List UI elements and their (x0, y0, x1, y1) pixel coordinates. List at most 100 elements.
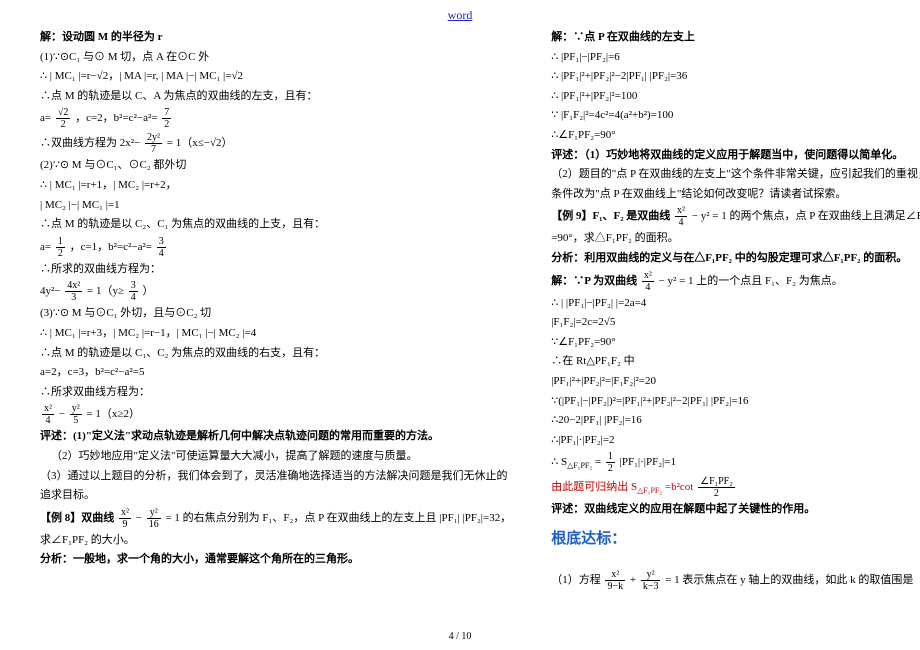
text-line: ∵∠F₁PF₂=90° (551, 334, 920, 352)
example-9: 【例 9】F₁、F₂ 是双曲线 x²4 − y² = 1 的两个焦点，点 P 在… (551, 205, 920, 228)
text-line: ∴|PF₁|·|PF₂|=2 (551, 432, 920, 450)
text-line: ∴ | MC₁ |=r−√2，| MA |=r, | MA |−| MC₁ |=… (40, 68, 511, 86)
fraction: y²5 (70, 403, 82, 426)
text: = 1（x≥2） (86, 408, 140, 420)
text-line: ∵ |F₁F₂|²=4c²=4(a²+b²)=100 (551, 107, 920, 125)
text-line: ∴ |PF₁|−|PF₂|=6 (551, 49, 920, 67)
text-line: 条件改为"点 P 在双曲线上"结论如何改变呢？请读者试探索。 (551, 186, 920, 204)
example-8: 【例 8】双曲线 x²9 − y²16 = 1 的右焦点分别为 F₁、F₂，点 … (40, 507, 511, 530)
equation-line: x²4 − y²5 = 1（x≥2） (40, 403, 511, 426)
page-number: 4 / 10 (0, 631, 920, 642)
comment-line: 评述：（1）巧妙地将双曲线的定义应用于解题当中，使问题得以简单化。 (551, 147, 920, 165)
text-line: =90°，求△F₁PF₂ 的面积。 (551, 230, 920, 248)
fraction: 4x²3 (65, 280, 82, 303)
fraction: 34 (129, 280, 138, 303)
text: 由此题可归纳出 S (551, 481, 637, 493)
fraction: 72 (162, 107, 171, 130)
analysis-line: 分析：利用双曲线的定义与在△F₁PF₂ 中的勾股定理可求△F₁PF₂ 的面积。 (551, 250, 920, 268)
text: = 1（x≤−√2） (167, 137, 233, 149)
text: ） (143, 285, 154, 297)
text-line: ∴在 Rt△PF₁F₂ 中 (551, 353, 920, 371)
text-line: ∴所求的双曲线方程为： (40, 261, 511, 279)
text-line: | MC₂ |−| MC₁ |=1 (40, 197, 511, 215)
left-column: 解：设动圆 M 的半径为 r (1)∵⊙C₁ 与⊙ M 切，点 A 在⊙C 外 … (40, 27, 511, 594)
text: = 1 的右焦点分别为 F₁、F₂，点 P 在双曲线上的左支上且 |PF₁| |… (165, 512, 511, 524)
text: + (630, 574, 639, 586)
text-line: ∴ |PF₁|²+|PF₂|²−2|PF₁| |PF₂|=36 (551, 68, 920, 86)
fraction: 12 (606, 451, 615, 474)
fraction: ∠F₁PF₂2 (698, 476, 735, 499)
subscript: △F₁PF₂ (637, 487, 662, 496)
content-columns: 解：设动圆 M 的半径为 r (1)∵⊙C₁ 与⊙ M 切，点 A 在⊙C 外 … (0, 27, 920, 594)
text: 解：∵P 为双曲线 (551, 275, 640, 287)
analysis-line: 分析：一般地，求一个角的大小，通常要解这个角所在的三角形。 (40, 551, 511, 569)
fraction: 12 (56, 236, 65, 259)
text: 【例 8】双曲线 (40, 512, 117, 524)
text-line: (1)∵⊙C₁ 与⊙ M 切，点 A 在⊙C 外 (40, 49, 511, 67)
text: − (59, 408, 68, 420)
text: ∴双曲线方程为 2x²− (40, 137, 140, 149)
text: − y² = 1 的两个焦点，点 P 在双曲线上且满足∠F₁PF₂ (692, 210, 920, 222)
text-line: ∴ | |PF₁|−|PF₂| |=2a=4 (551, 295, 920, 313)
text-line: ∴ | MC₁ |=r+3，| MC₂ |=r−1，| MC₁ |−| MC₂ … (40, 325, 511, 343)
equation-line: a= √22 ，c=2，b²=c²−a²= 72 (40, 107, 511, 130)
text-line: ∴20−2|PF₁| |PF₂|=16 (551, 412, 920, 430)
fraction: 34 (157, 236, 166, 259)
text-line: ∴∠F₁PF₂=90° (551, 127, 920, 145)
fraction: x²9 (119, 507, 131, 530)
fraction: y²16 (147, 507, 161, 530)
text: − y² = 1 上的一个点且 F₁、F₂ 为焦点。 (659, 275, 843, 287)
text-line: ∴点 M 的轨迹是以 C、A 为焦点的双曲线的左支，且有： (40, 88, 511, 106)
text-line: |F₁F₂|=2c=2√5 (551, 314, 920, 332)
text: ，c=2，b²=c²−a²= (75, 112, 157, 124)
text: = 1（y≥ (87, 285, 124, 297)
text: = (595, 456, 604, 468)
text: =b²cot (665, 481, 693, 493)
text: a= (40, 112, 51, 124)
text: a= (40, 241, 51, 253)
text-line: |PF₁|²+|PF₂|²=|F₁F₂|²=20 (551, 373, 920, 391)
solution-label: 解：∵点 P 在双曲线的左支上 (551, 29, 920, 47)
fraction: x²4 (675, 205, 687, 228)
text-line: ∵(|PF₁|−|PF₂|)²=|PF₁|²+|PF₂|²−2|PF₁| |PF… (551, 393, 920, 411)
section-heading: 根底达标： (551, 527, 920, 551)
text-line: （2）巧妙地应用"定义法"可使运算量大大减小，提高了解题的速度与质量。 (40, 448, 511, 466)
text-line: a=2，c=3，b²=c²−a²=5 (40, 364, 511, 382)
text-line: 求∠F₁PF₂ 的大小。 (40, 532, 511, 550)
text-line: （3）通过以上题目的分析，我们体会到了，灵活准确地选择适当的方法解决问题是我们无… (40, 468, 511, 486)
text-line: ∴点 M 的轨迹是以 C₁、C₂ 为焦点的双曲线的右支，且有： (40, 345, 511, 363)
problem-1: （1）方程 x²9−k + y²k−3 = 1 表示焦点在 y 轴上的双曲线，如… (551, 569, 920, 592)
text-line: ∴点 M 的轨迹是以 C₂、C₁ 为焦点的双曲线的上支，且有： (40, 216, 511, 234)
subscript: △F₁PF₂ (567, 462, 592, 471)
fraction: x²4 (642, 270, 654, 293)
area-line: ∴ S△F₁PF₂ = 12 |PF₁|·|PF₂|=1 (551, 451, 920, 474)
fraction: x²4 (42, 403, 54, 426)
text-line: 追求目标。 (40, 487, 511, 505)
fraction: x²9−k (605, 569, 625, 592)
right-column: 解：∵点 P 在双曲线的左支上 ∴ |PF₁|−|PF₂|=6 ∴ |PF₁|²… (551, 27, 920, 594)
text: ，c=1，b²=c²−a²= (70, 241, 152, 253)
text: = 1 表示焦点在 y 轴上的双曲线，如此 k 的取值围是（ ） (665, 574, 920, 586)
text: 【例 9】F₁、F₂ 是双曲线 (551, 210, 673, 222)
solution-line: 解：∵P 为双曲线 x²4 − y² = 1 上的一个点且 F₁、F₂ 为焦点。 (551, 270, 920, 293)
comment-line: 评述：(1)"定义法"求动点轨迹是解析几何中解决点轨迹问题的常用而重要的方法。 (40, 428, 511, 446)
equation-line: ∴双曲线方程为 2x²− 2y²7 = 1（x≤−√2） (40, 132, 511, 155)
text-line: （2）题目的"点 P 在双曲线的左支上"这个条件非常关键，应引起我们的重视，假如… (551, 166, 920, 184)
comment-line: 评述：双曲线定义的应用在解题中起了关键性的作用。 (551, 501, 920, 519)
text-line: ∴ | MC₁ |=r+1，| MC₂ |=r+2， (40, 177, 511, 195)
equation-line: 4y²− 4x²3 = 1（y≥ 34 ） (40, 280, 511, 303)
page-header: word (0, 0, 920, 27)
text-line: ∴所求双曲线方程为： (40, 384, 511, 402)
equation-line: a= 12 ，c=1，b²=c²−a²= 34 (40, 236, 511, 259)
fraction: 2y²7 (145, 132, 162, 155)
fraction: √22 (56, 107, 71, 130)
solution-label: 解：设动圆 M 的半径为 r (40, 29, 511, 47)
text-line: (2)∵⊙ M 与⊙C₁、⊙C₂ 都外切 (40, 157, 511, 175)
conclusion-line: 由此题可归纳出 S△F₁PF₂ =b²cot ∠F₁PF₂2 (551, 476, 920, 499)
text: （1）方程 (551, 574, 603, 586)
text: ∴ S (551, 456, 567, 468)
fraction: y²k−3 (641, 569, 661, 592)
text-line: (3)∵⊙ M 与⊙C₁ 外切，且与⊙C₂ 切 (40, 305, 511, 323)
text: 4y²− (40, 285, 61, 297)
text: |PF₁|·|PF₂|=1 (620, 456, 676, 468)
